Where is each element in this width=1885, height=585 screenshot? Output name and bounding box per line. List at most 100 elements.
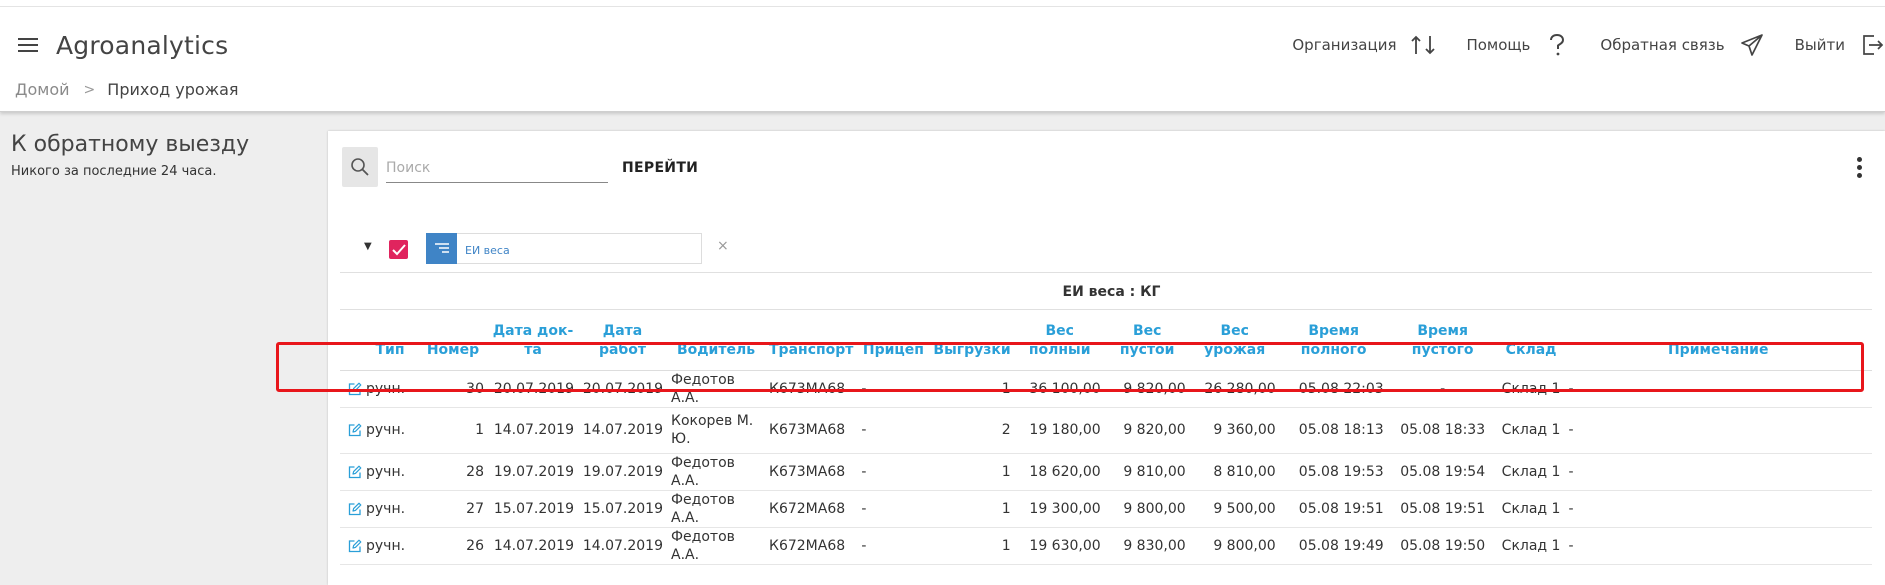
cell-time-empty: 05.08 18:33 <box>1387 407 1498 454</box>
breadcrumb-home[interactable]: Домой <box>15 80 70 99</box>
table-row[interactable]: ручн. 1 14.07.2019 14.07.2019 Кокорев М. Ю. К… <box>340 407 1872 454</box>
app-title: Agroanalytics <box>56 31 229 60</box>
go-button[interactable]: ПЕРЕЙТИ <box>622 160 698 176</box>
col-time-full[interactable]: Время полного <box>1279 310 1388 371</box>
group-list-icon[interactable] <box>426 233 457 264</box>
cell-transport: К673МА68 <box>765 370 858 408</box>
nav-help[interactable]: Помощь <box>1466 32 1570 58</box>
table-row[interactable]: ручн. 26 14.07.2019 14.07.2019 Федотов А.А. К… <box>340 527 1872 565</box>
cell-gross: 19 300,00 <box>1014 490 1105 528</box>
cell-unloads[interactable]: 1 <box>929 370 1015 408</box>
cell-transport: К672МА68 <box>765 490 858 528</box>
breadcrumb-current: Приход урожая <box>107 80 239 99</box>
col-number[interactable]: Номер <box>418 310 488 371</box>
cell-type: ручн. <box>362 453 418 491</box>
cell-unloads[interactable]: 2 <box>929 407 1015 454</box>
cell-work-date: 20.07.2019 <box>578 370 667 408</box>
edit-icon[interactable] <box>348 382 362 396</box>
cell-unloads[interactable]: 1 <box>929 453 1015 491</box>
edit-icon[interactable] <box>348 423 362 437</box>
cell-trailer: - <box>857 453 930 491</box>
header-nav: Организация Помощь Обратная связь Выйти <box>1262 29 1885 61</box>
col-work-date[interactable]: Дата работ <box>578 310 667 371</box>
cell-trailer: - <box>857 527 930 565</box>
driver-name: Федотов А.А. <box>671 454 735 489</box>
more-options-icon[interactable] <box>1857 157 1863 183</box>
col-harvest-weight[interactable]: Вес урожая <box>1189 310 1280 371</box>
chevron-right-icon: > <box>83 81 96 98</box>
cell-warehouse: Склад 1 <box>1497 527 1565 565</box>
edit-cell <box>340 527 362 565</box>
search-button[interactable] <box>342 147 378 187</box>
cell-driver: Кокорев М. Ю. <box>667 407 765 454</box>
col-unloads[interactable]: Выгрузки <box>929 310 1015 371</box>
nav-logout-label: Выйти <box>1794 36 1845 54</box>
nav-feedback[interactable]: Обратная связь <box>1600 32 1764 58</box>
collapse-triangle-icon[interactable]: ▼ <box>364 241 372 252</box>
sidebar-subtitle: Никого за последние 24 часа. <box>11 164 217 179</box>
swap-arrows-icon <box>1410 32 1436 58</box>
edit-icon[interactable] <box>348 502 362 516</box>
cell-trailer: - <box>857 407 930 454</box>
cell-warehouse: Склад 1 <box>1497 453 1565 491</box>
cell-unloads[interactable]: 1 <box>929 527 1015 565</box>
sidebar-title: К обратному выезду <box>11 132 250 157</box>
table-header-row: Тип Номер Дата док-та Дата работ Водитель… <box>340 310 1872 371</box>
filter-chip[interactable]: ЕИ веса <box>457 233 702 264</box>
hamburger-menu-icon[interactable] <box>18 38 38 54</box>
cell-transport: К673МА68 <box>765 453 858 491</box>
edit-icon[interactable] <box>348 465 362 479</box>
sidebar: К обратному выезду Никого за последние 2… <box>0 112 326 585</box>
driver-name: Федотов А.А. <box>671 528 735 563</box>
table-row[interactable]: ручн. 28 19.07.2019 19.07.2019 Федотов А.А. К… <box>340 453 1872 491</box>
col-note[interactable]: Примечание <box>1564 310 1872 371</box>
group-label: ЕИ веса : КГ <box>1062 284 1161 300</box>
cell-gross: 19 630,00 <box>1014 527 1105 565</box>
col-warehouse[interactable]: Склад <box>1497 310 1565 371</box>
table-row[interactable]: ручн. 27 15.07.2019 15.07.2019 Федотов А.А. К… <box>340 490 1872 528</box>
cell-number: 27 <box>418 490 488 528</box>
remove-filter-icon[interactable]: × <box>717 238 729 254</box>
col-doc-date[interactable]: Дата док-та <box>488 310 578 371</box>
cell-time-full: 05.08 22:03 <box>1279 370 1388 408</box>
harvest-panel: ПЕРЕЙТИ ▼ ЕИ веса × ЕИ веса : КГ Тип Ном… <box>328 131 1885 585</box>
cell-harvest: 26 280,00 <box>1189 370 1280 408</box>
col-empty-weight[interactable]: Вес пустой <box>1104 310 1190 371</box>
cell-note: - <box>1564 453 1872 491</box>
nav-help-label: Помощь <box>1466 36 1531 54</box>
cell-work-date: 19.07.2019 <box>578 453 667 491</box>
cell-warehouse: Склад 1 <box>1497 407 1565 454</box>
col-gross-weight[interactable]: Вес полный <box>1014 310 1105 371</box>
filter-checkbox[interactable] <box>389 240 408 259</box>
col-type[interactable]: Тип <box>362 310 418 371</box>
cell-gross: 19 180,00 <box>1014 407 1105 454</box>
cell-unloads[interactable]: 1 <box>929 490 1015 528</box>
edit-cell <box>340 370 362 408</box>
cell-time-empty: 05.08 19:51 <box>1387 490 1498 528</box>
nav-logout[interactable]: Выйти <box>1795 32 1885 58</box>
cell-harvest: 9 500,00 <box>1189 490 1280 528</box>
table-row[interactable]: ручн. 30 20.07.2019 20.07.2019 Федотов А.А. К… <box>340 370 1872 408</box>
cell-doc-date: 15.07.2019 <box>488 490 578 528</box>
cell-gross: 18 620,00 <box>1014 453 1105 491</box>
search-input[interactable] <box>386 153 608 183</box>
cell-warehouse: Склад 1 <box>1497 370 1565 408</box>
top-strip <box>0 0 1885 7</box>
edit-cell <box>340 453 362 491</box>
cell-work-date: 14.07.2019 <box>578 407 667 454</box>
cell-driver: Федотов А.А. <box>667 527 765 565</box>
nav-feedback-label: Обратная связь <box>1600 36 1725 54</box>
col-driver[interactable]: Водитель <box>667 310 765 371</box>
nav-organization[interactable]: Организация <box>1292 32 1436 58</box>
cell-number: 26 <box>418 527 488 565</box>
cell-warehouse: Склад 1 <box>1497 490 1565 528</box>
cell-doc-date: 14.07.2019 <box>488 407 578 454</box>
cell-note: - <box>1564 527 1872 565</box>
cell-type: ручн. <box>362 490 418 528</box>
cell-work-date: 14.07.2019 <box>578 527 667 565</box>
col-transport[interactable]: Транспорт <box>765 310 858 371</box>
edit-icon[interactable] <box>348 539 362 553</box>
col-time-empty[interactable]: Время пустого <box>1387 310 1498 371</box>
cell-number: 30 <box>418 370 488 408</box>
col-trailer[interactable]: Прицеп <box>857 310 930 371</box>
